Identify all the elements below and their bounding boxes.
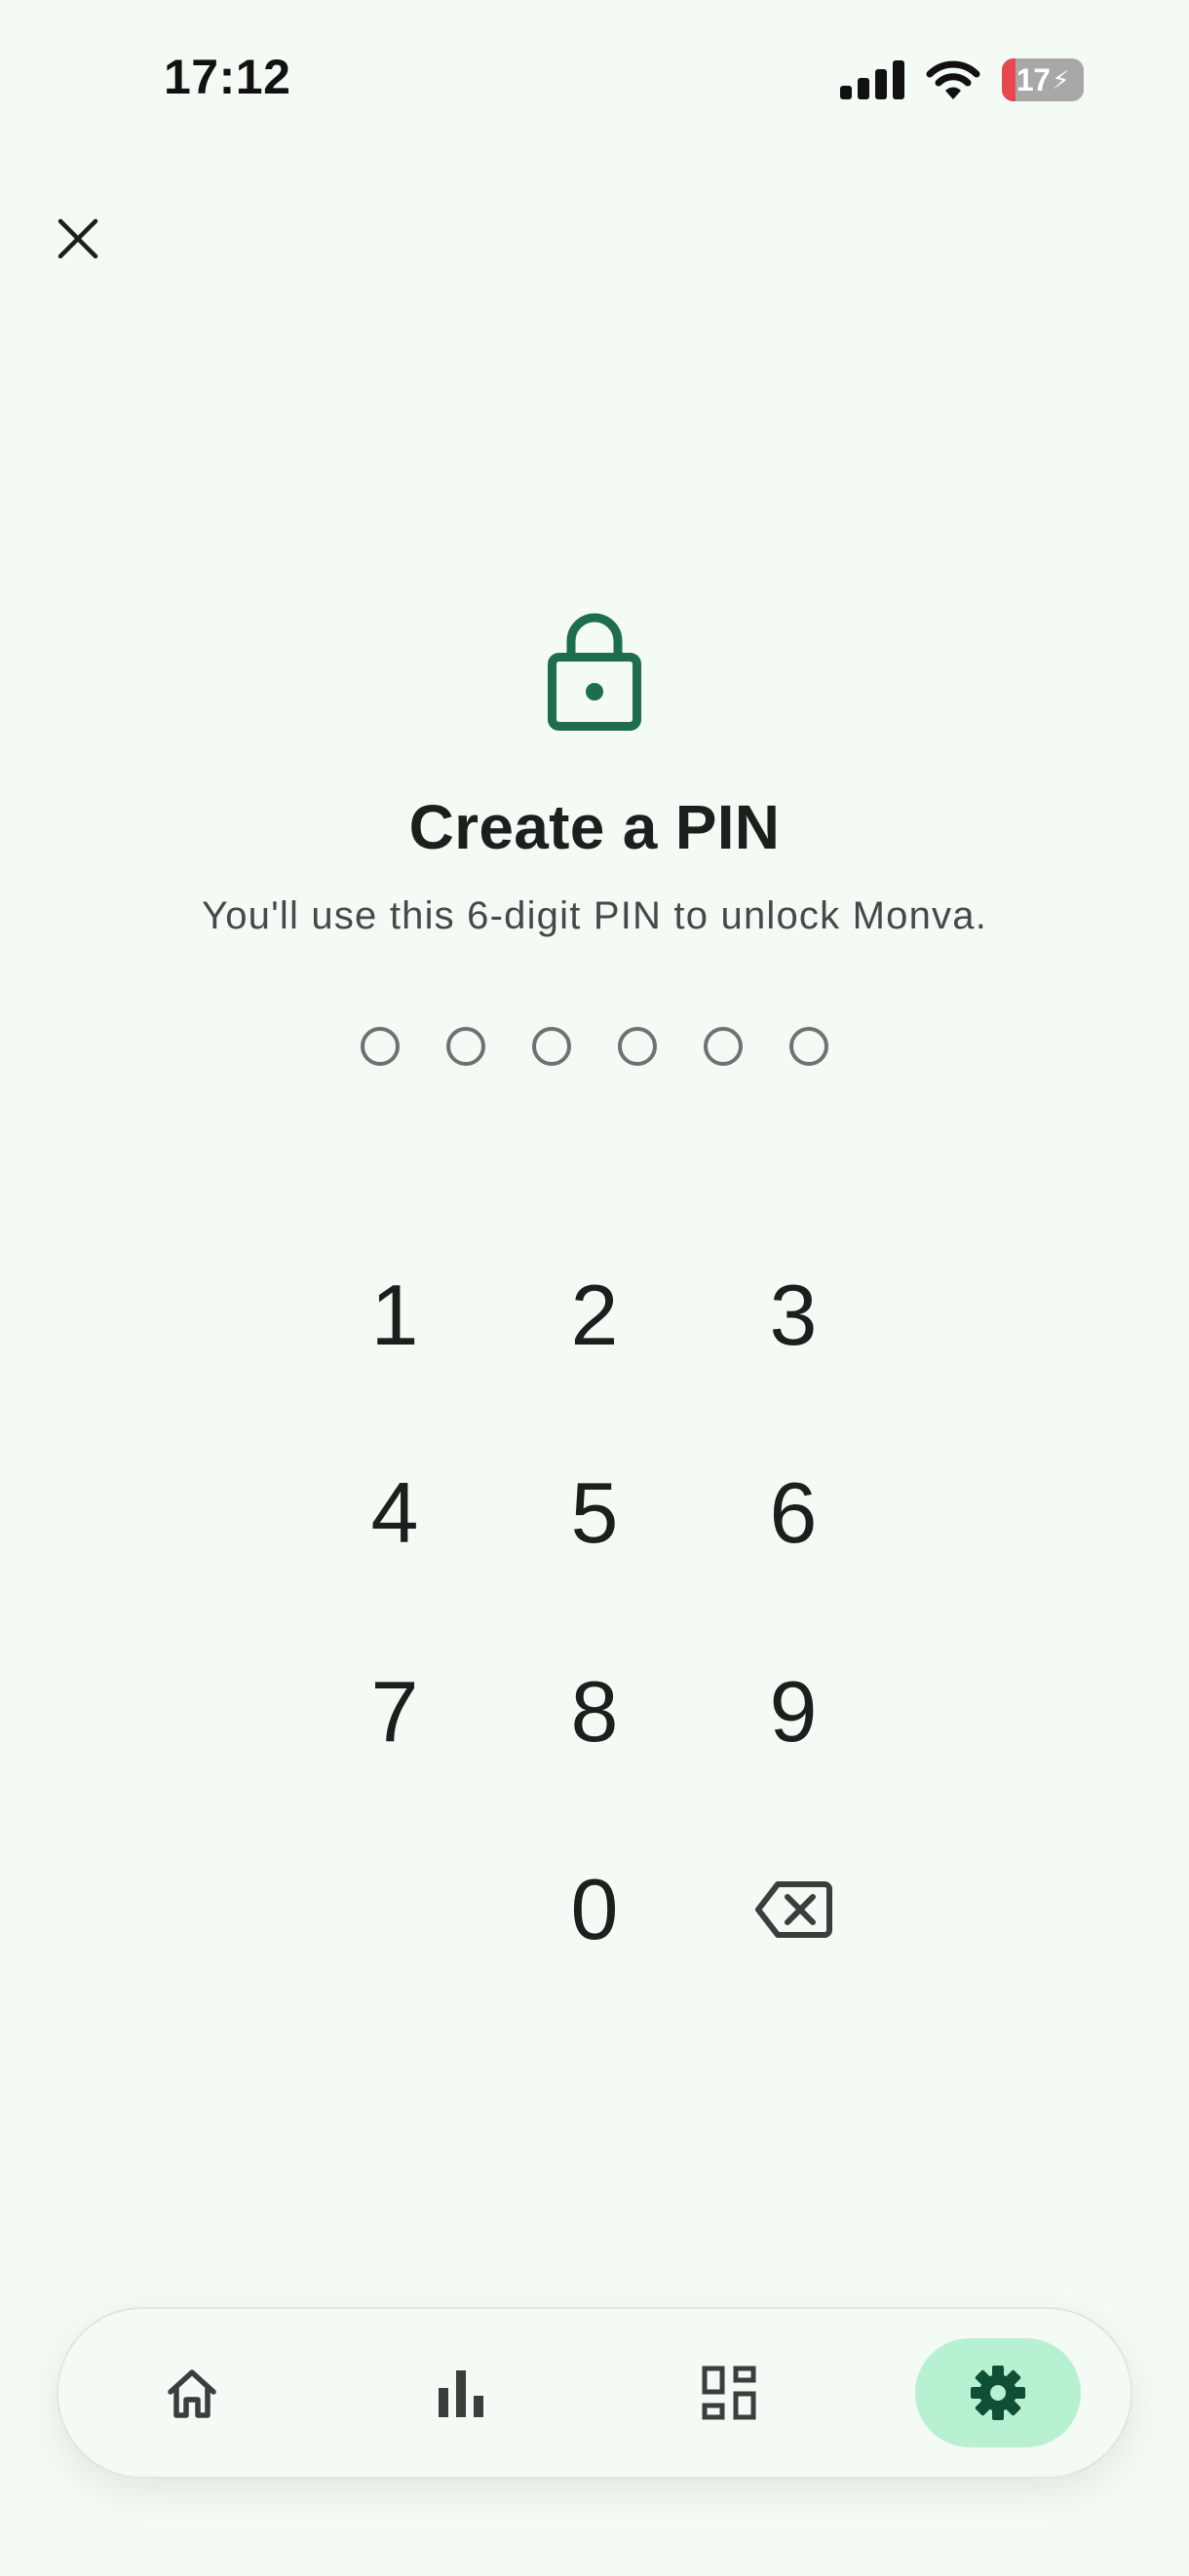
key-5[interactable]: 5 (507, 1425, 682, 1601)
nav-stats-tab[interactable] (378, 2338, 544, 2447)
key-4[interactable]: 4 (307, 1425, 482, 1601)
nav-settings-tab[interactable] (915, 2338, 1081, 2447)
keypad: 1 2 3 4 5 6 7 8 9 0 (0, 0, 1189, 2576)
key-6[interactable]: 6 (706, 1425, 881, 1601)
lock-icon (548, 613, 641, 731)
bottom-nav (57, 2307, 1132, 2479)
pin-dot (704, 1027, 743, 1066)
status-time: 17:12 (164, 50, 291, 104)
battery-icon: 17 ⚡ (1002, 58, 1084, 101)
key-7[interactable]: 7 (307, 1624, 482, 1799)
status-bar: 17:12 17 ⚡ (0, 0, 1189, 156)
pin-dot (618, 1027, 657, 1066)
signal-icon (840, 60, 904, 99)
key-0[interactable]: 0 (507, 1822, 682, 1997)
battery-level: 17 (1016, 61, 1051, 97)
close-icon (58, 218, 98, 259)
dashboard-icon (702, 2366, 756, 2420)
charging-icon: ⚡ (1052, 64, 1070, 95)
pin-title: Create a PIN (408, 792, 781, 862)
nav-dashboard-tab[interactable] (646, 2338, 812, 2447)
nav-home-tab[interactable] (109, 2338, 275, 2447)
key-2[interactable]: 2 (507, 1228, 682, 1403)
key-3[interactable]: 3 (706, 1228, 881, 1403)
status-icons: 17 ⚡ (840, 55, 1084, 105)
key-8[interactable]: 8 (507, 1624, 682, 1799)
wifi-icon (926, 60, 980, 99)
pin-dot (361, 1027, 400, 1066)
close-button[interactable] (39, 195, 117, 283)
home-icon (168, 2369, 216, 2418)
key-1[interactable]: 1 (307, 1228, 482, 1403)
pin-dot (446, 1027, 485, 1066)
pin-subtitle: You'll use this 6-digit PIN to unlock Mo… (201, 894, 988, 937)
gear-icon (971, 2366, 1025, 2420)
pin-dot (532, 1027, 571, 1066)
pin-dots (0, 1027, 1189, 1066)
pin-setup-screen: 17:12 17 ⚡ Create a PIN You'll use this … (0, 0, 1189, 2576)
backspace-button[interactable] (706, 1822, 881, 1997)
bar-chart-icon (439, 2370, 483, 2417)
backspace-icon (755, 1881, 832, 1938)
key-9[interactable]: 9 (706, 1624, 881, 1799)
battery-label: 17 ⚡ (1002, 58, 1084, 101)
pin-dot (789, 1027, 828, 1066)
